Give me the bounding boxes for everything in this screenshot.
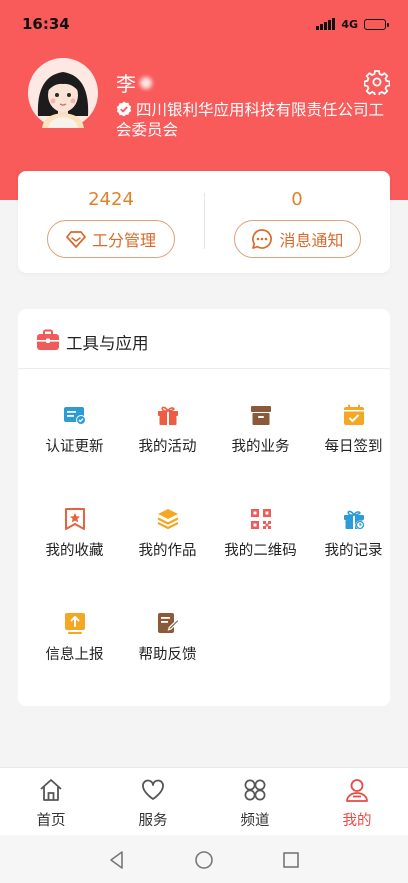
diamond-icon — [66, 231, 86, 248]
settings-gear-icon[interactable] — [364, 69, 390, 95]
name-blur — [140, 76, 152, 89]
tool-my-business[interactable]: 我的业务 — [214, 403, 307, 493]
archive-box-icon — [251, 406, 271, 425]
battery-icon — [364, 18, 389, 30]
points-stats-card: 2424 工分管理 0 消息通知 — [18, 171, 390, 273]
user-icon — [346, 779, 368, 802]
back-icon[interactable] — [106, 849, 128, 871]
tool-help-feedback[interactable]: 帮助反馈 — [121, 611, 214, 701]
tool-my-activities[interactable]: 我的活动 — [121, 403, 214, 493]
bottom-tab-bar: 首页 服务 频道 我的 — [0, 767, 408, 835]
tools-title: 工具与应用 — [66, 334, 149, 353]
tool-my-works[interactable]: 我的作品 — [121, 507, 214, 597]
gift-clock-icon — [344, 510, 365, 530]
layers-icon — [157, 509, 179, 530]
calendar-check-icon — [344, 404, 364, 425]
recents-square-icon[interactable] — [280, 849, 302, 871]
points-stat: 2424 工分管理 — [18, 171, 204, 273]
message-notification-button[interactable]: 消息通知 — [234, 220, 361, 258]
home-icon — [40, 779, 62, 801]
tools-header: 工具与应用 — [18, 309, 390, 369]
briefcase-icon — [37, 329, 59, 350]
tool-my-qr-code[interactable]: 我的二维码 — [214, 507, 307, 597]
tool-my-records[interactable]: 我的记录 — [307, 507, 400, 597]
tool-daily-checkin[interactable]: 每日签到 — [307, 403, 400, 493]
status-bar: 16:34 4G — [0, 0, 408, 48]
tools-card: 工具与应用 认证更新 我的活动 我的业务 每日签到 我的收藏 我的作品 我的二维… — [18, 309, 390, 706]
tab-mine[interactable]: 我的 — [306, 768, 408, 836]
points-management-button[interactable]: 工分管理 — [47, 220, 175, 258]
home-circle-icon[interactable] — [193, 849, 215, 871]
tab-channels[interactable]: 频道 — [204, 768, 306, 836]
gift-box-icon — [158, 406, 178, 425]
tool-my-favorites[interactable]: 我的收藏 — [28, 507, 121, 597]
messages-stat: 0 消息通知 — [204, 171, 390, 273]
tab-home[interactable]: 首页 — [0, 768, 102, 836]
heart-icon — [142, 779, 164, 800]
tool-info-report[interactable]: 信息上报 — [28, 611, 121, 701]
four-petal-icon — [244, 779, 266, 801]
avatar[interactable] — [28, 58, 98, 128]
tool-certification-update[interactable]: 认证更新 — [28, 403, 121, 493]
signal-icon — [316, 18, 336, 30]
id-card-check-icon — [64, 407, 86, 425]
messages-value: 0 — [291, 189, 303, 210]
upload-tray-icon — [65, 613, 85, 634]
tab-services[interactable]: 服务 — [102, 768, 204, 836]
edit-note-icon — [158, 613, 180, 633]
points-value: 2424 — [88, 189, 134, 210]
status-time: 16:34 — [22, 15, 70, 33]
profile-name: 李 — [116, 68, 152, 97]
qr-code-icon — [251, 509, 271, 529]
chat-bubble-icon — [252, 229, 273, 249]
bookmark-star-icon — [65, 508, 85, 530]
system-nav-bar — [0, 835, 408, 883]
verified-badge-icon — [116, 101, 132, 117]
network-type: 4G — [341, 17, 358, 31]
profile-organization: 四川银利华应用科技有限责任公司工会委员会 — [116, 101, 385, 139]
